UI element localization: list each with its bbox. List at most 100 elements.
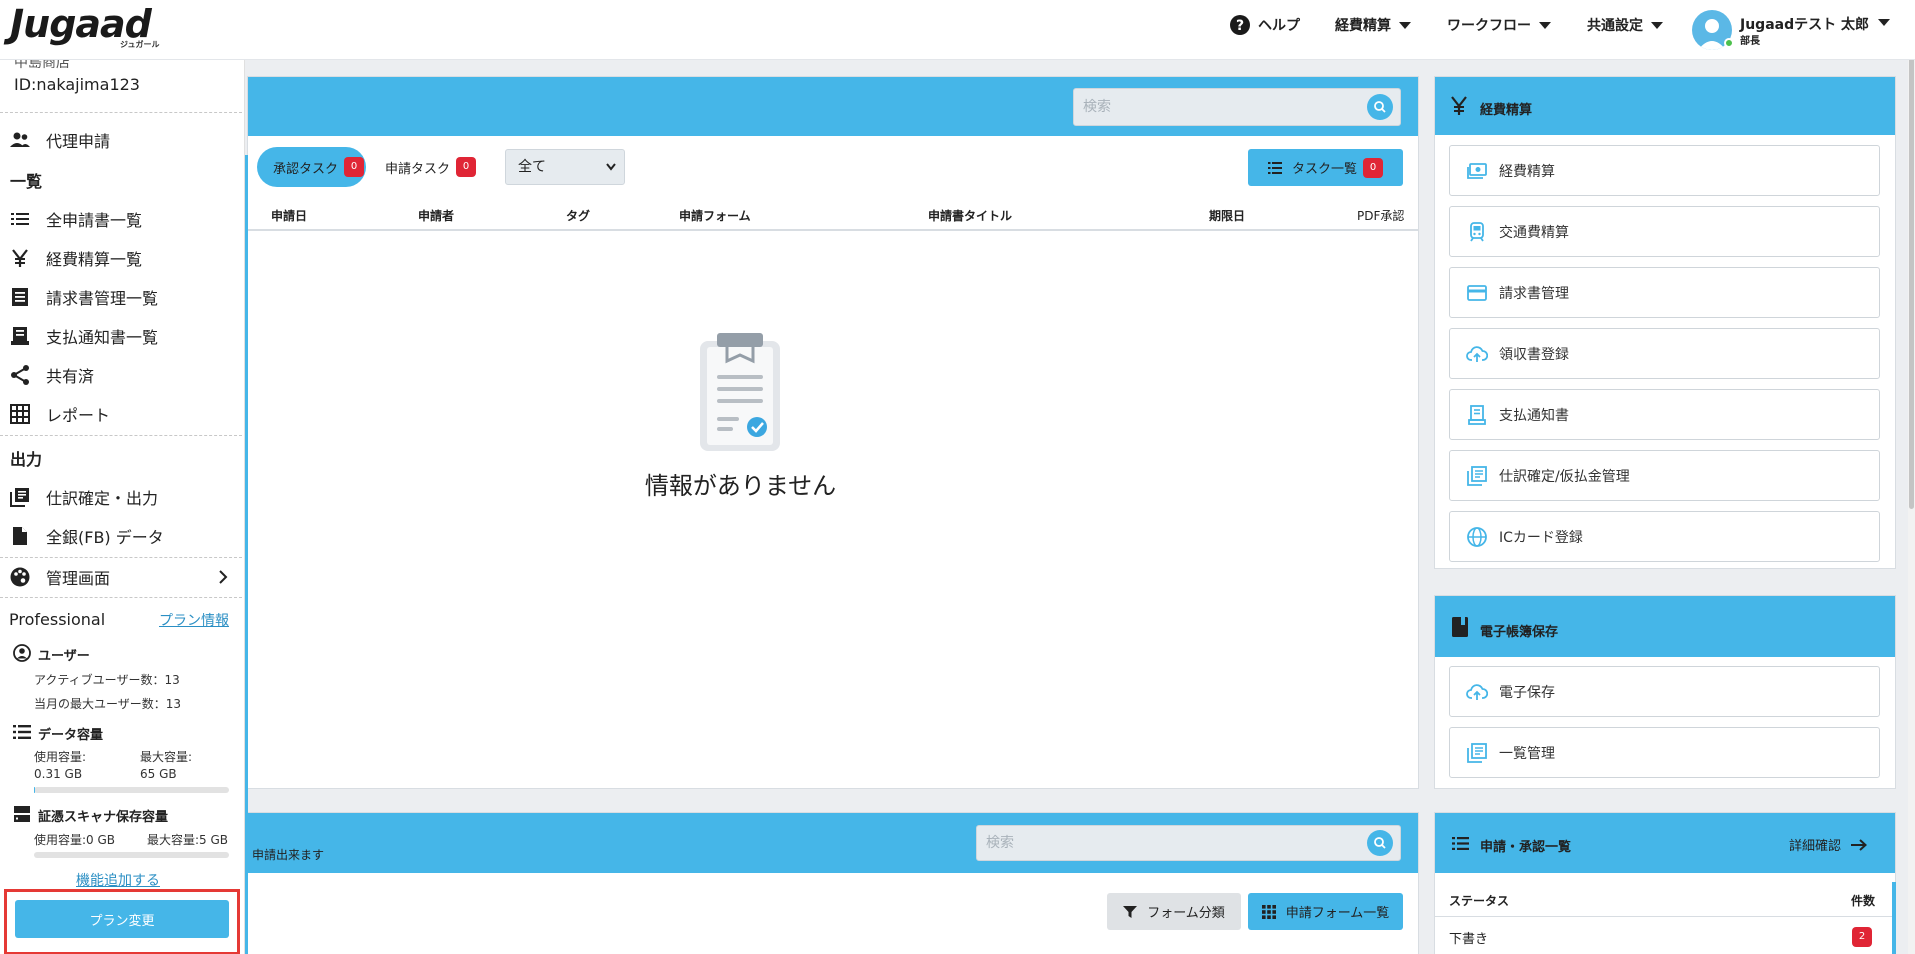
select-chevron-icon xyxy=(606,163,616,171)
online-status-dot xyxy=(1724,38,1734,48)
data-capacity-heading: データ容量 xyxy=(38,728,104,743)
row-status: 下書き xyxy=(1449,932,1489,947)
expense-button[interactable]: 経費精算 xyxy=(1449,145,1880,196)
credit-card-icon xyxy=(1466,282,1488,304)
max-users: 当月の最大ユーザー数：13 xyxy=(34,697,182,711)
col-date: 申請日 xyxy=(271,209,308,223)
table-row[interactable]: 下書き 2 xyxy=(1435,917,1895,954)
ic-card-registration-button[interactable]: ICカード登録 xyxy=(1449,511,1880,562)
sidebar-item-label: 請求書管理一覧 xyxy=(46,289,159,308)
col-form: 申請フォーム xyxy=(679,209,751,223)
cloud-upload-icon xyxy=(1466,343,1488,365)
sidebar-item-label: 全銀(FB) データ xyxy=(46,528,164,547)
sidebar-item-shared[interactable]: 共有済 xyxy=(0,359,244,391)
sidebar-item-journal-output[interactable]: 仕訳確定・出力 xyxy=(0,481,244,513)
tab-request-tasks[interactable]: 申請タスク 0 xyxy=(375,147,477,187)
search-icon[interactable] xyxy=(1367,830,1393,856)
e-storage-label: 電子保存 xyxy=(1499,684,1555,701)
help-menu[interactable]: ? ヘルプ xyxy=(1230,15,1300,35)
data-usage-fill xyxy=(34,787,35,793)
search-icon[interactable] xyxy=(1367,94,1393,120)
payment-notice-button[interactable]: 支払通知書 xyxy=(1449,389,1880,440)
tab-approval-tasks[interactable]: 承認タスク 0 xyxy=(257,147,366,187)
status-panel: 申請・承認一覧 詳細確認 ステータス 件数 下書き 2 xyxy=(1434,812,1896,954)
add-feature-link[interactable]: 機能追加する xyxy=(76,870,160,890)
empty-message: 情報がありません xyxy=(644,472,837,500)
list-heading: 一覧 xyxy=(10,172,43,191)
col-requester: 申請者 xyxy=(418,209,455,223)
page-scrollbar-thumb[interactable] xyxy=(1909,4,1914,509)
ebook-panel-title: 電子帳簿保存 xyxy=(1480,625,1559,640)
sidebar-item-payment-notice-list[interactable]: 支払通知書一覧 xyxy=(0,320,244,352)
task-filter-select[interactable]: 全て xyxy=(505,149,625,185)
form-list-button[interactable]: 申請フォーム一覧 xyxy=(1248,893,1403,930)
receipt-icon xyxy=(9,325,31,347)
forms-card: 申請出来ます 検索 フォーム分類 申請フォーム一覧 xyxy=(247,812,1419,954)
e-storage-button[interactable]: 電子保存 xyxy=(1449,666,1880,717)
forms-note: 申請出来ます xyxy=(252,848,325,862)
draft-count-badge: 2 xyxy=(1852,927,1872,947)
jugaad-logo[interactable]: Jugaad ジュガール xyxy=(10,2,159,49)
svg-text:?: ? xyxy=(1236,18,1244,34)
sidebar-item-expense-list[interactable]: 経費精算一覧 xyxy=(0,242,244,274)
list-icon xyxy=(1267,161,1282,174)
sidebar-item-label: 支払通知書一覧 xyxy=(46,328,159,347)
transport-expense-label: 交通費精算 xyxy=(1499,224,1569,241)
receipt-registration-button[interactable]: 領収書登録 xyxy=(1449,328,1880,379)
cloud-upload-icon xyxy=(1466,681,1488,703)
palette-icon xyxy=(9,566,31,588)
sidebar-item-proxy-request[interactable]: 代理申請 xyxy=(0,124,244,156)
col-tag: タグ xyxy=(566,209,591,223)
form-list-label: 申請フォーム一覧 xyxy=(1285,906,1390,921)
library-books-icon xyxy=(9,486,31,508)
tasks-search-input[interactable]: 検索 xyxy=(1073,88,1401,126)
transport-expense-button[interactable]: 交通費精算 xyxy=(1449,206,1880,257)
expense-panel-title: 経費精算 xyxy=(1480,103,1533,118)
forms-search-input[interactable]: 検索 xyxy=(976,825,1401,861)
expense-menu[interactable]: 経費精算 xyxy=(1335,15,1411,35)
storage-list-icon xyxy=(13,724,31,740)
library-books-icon xyxy=(1466,465,1488,487)
col-title: 申請書タイトル xyxy=(928,209,1013,223)
common-settings-menu[interactable]: 共通設定 xyxy=(1587,15,1663,35)
caret-down-icon xyxy=(1878,19,1890,26)
workflow-menu[interactable]: ワークフロー xyxy=(1447,15,1551,35)
user-name: Jugaadテスト 太郎 xyxy=(1740,17,1869,33)
journal-advance-button[interactable]: 仕訳確定/仮払金管理 xyxy=(1449,450,1880,501)
scanner-usage-bar xyxy=(34,852,229,858)
plan-info-link[interactable]: プラン情報 xyxy=(159,610,229,630)
sidebar-item-report[interactable]: レポート xyxy=(0,398,244,430)
detail-link[interactable]: 詳細確認 xyxy=(1789,835,1868,854)
common-settings-label: 共通設定 xyxy=(1587,18,1643,34)
user-menu[interactable]: Jugaadテスト 太郎 部長 xyxy=(1692,10,1902,50)
divider xyxy=(0,557,242,558)
form-category-button[interactable]: フォーム分類 xyxy=(1107,893,1241,930)
scanner-used: 使用容量:0 GB xyxy=(34,833,116,847)
expense-button-label: 経費精算 xyxy=(1499,163,1555,180)
sidebar-item-all-requests[interactable]: 全申請書一覧 xyxy=(0,203,244,235)
data-usage-bar xyxy=(34,787,229,793)
sidebar-item-zengin-data[interactable]: 全銀(FB) データ xyxy=(0,520,244,552)
list-management-label: 一覧管理 xyxy=(1499,745,1555,762)
sidebar-item-label: 経費精算一覧 xyxy=(46,250,143,269)
task-list-button[interactable]: タスク一覧 0 xyxy=(1248,149,1403,186)
change-plan-button[interactable]: プラン変更 xyxy=(15,900,229,938)
logo-text: Jugaad xyxy=(10,2,152,46)
caret-down-icon xyxy=(1539,21,1551,29)
divider xyxy=(0,597,242,598)
empty-clipboard-icon xyxy=(697,331,783,453)
plan-name: Professional xyxy=(9,610,106,629)
filter-value: 全て xyxy=(518,159,546,175)
money-icon xyxy=(1466,160,1488,182)
sidebar-item-admin[interactable]: 管理画面 xyxy=(0,561,244,593)
list-management-button[interactable]: 一覧管理 xyxy=(1449,727,1880,778)
col-due-date: 期限日 xyxy=(1209,209,1246,223)
sidebar-item-invoice-list[interactable]: 請求書管理一覧 xyxy=(0,281,244,313)
invoice-management-button[interactable]: 請求書管理 xyxy=(1449,267,1880,318)
help-label: ヘルプ xyxy=(1258,18,1300,34)
sidebar-item-label: 管理画面 xyxy=(46,569,111,588)
data-used: 0.31 GB xyxy=(34,767,83,781)
detail-link-label: 詳細確認 xyxy=(1789,839,1842,854)
scanner-storage-heading: 証憑スキャナ保存容量 xyxy=(38,810,169,825)
invoice-icon xyxy=(9,286,31,308)
